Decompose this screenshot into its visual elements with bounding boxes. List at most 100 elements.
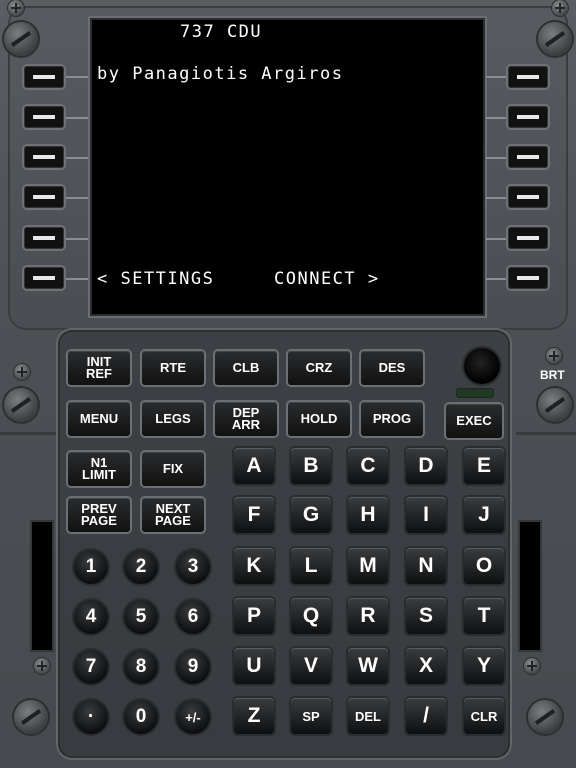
- key-decimal[interactable]: ·: [74, 700, 108, 734]
- key-l[interactable]: L: [291, 548, 331, 584]
- key-g[interactable]: G: [291, 497, 331, 533]
- lsk-4r[interactable]: [508, 186, 548, 208]
- init-ref-key[interactable]: INIT REF: [68, 351, 130, 385]
- exec-key[interactable]: EXEC: [446, 404, 502, 438]
- lsk-5r[interactable]: [508, 227, 548, 249]
- key-7[interactable]: 7: [74, 650, 108, 684]
- lsk-connector: [486, 197, 508, 199]
- lsk-1l[interactable]: [24, 66, 64, 88]
- key-i[interactable]: I: [406, 497, 446, 533]
- crz-key[interactable]: CRZ: [288, 351, 350, 385]
- lsk-6r[interactable]: [508, 267, 548, 289]
- screw-icon: [538, 22, 572, 56]
- key-c[interactable]: C: [348, 448, 388, 484]
- key-j[interactable]: J: [464, 497, 504, 533]
- key-p[interactable]: P: [234, 598, 274, 634]
- lsk-connector: [66, 76, 88, 78]
- key-t[interactable]: T: [464, 598, 504, 634]
- rte-key[interactable]: RTE: [142, 351, 204, 385]
- dep-arr-key[interactable]: DEP ARR: [215, 402, 277, 436]
- lsk-5l[interactable]: [24, 227, 64, 249]
- key-8[interactable]: 8: [124, 650, 158, 684]
- key-o[interactable]: O: [464, 548, 504, 584]
- key-plus-minus[interactable]: +/-: [176, 700, 210, 734]
- key-r[interactable]: R: [348, 598, 388, 634]
- prev-page-key[interactable]: PREV PAGE: [68, 498, 130, 532]
- screw-icon: [14, 700, 48, 734]
- key-1[interactable]: 1: [74, 550, 108, 584]
- key-w[interactable]: W: [348, 648, 388, 684]
- key-s[interactable]: S: [406, 598, 446, 634]
- key-0[interactable]: 0: [124, 700, 158, 734]
- key-5[interactable]: 5: [124, 600, 158, 634]
- lsk-3r[interactable]: [508, 146, 548, 168]
- key-v[interactable]: V: [291, 648, 331, 684]
- key-m[interactable]: M: [348, 548, 388, 584]
- n1-limit-key[interactable]: N1 LIMIT: [68, 452, 130, 486]
- lsk-1r[interactable]: [508, 66, 548, 88]
- key-del[interactable]: DEL: [348, 698, 388, 734]
- key-4[interactable]: 4: [74, 600, 108, 634]
- key-3[interactable]: 3: [176, 550, 210, 584]
- clb-key[interactable]: CLB: [215, 351, 277, 385]
- screen-line-1: by Panagiotis Argiros: [97, 64, 344, 84]
- connect-prompt[interactable]: CONNECT >: [274, 269, 380, 289]
- key-e[interactable]: E: [464, 448, 504, 484]
- screw-icon: [4, 22, 38, 56]
- lsk-4l[interactable]: [24, 186, 64, 208]
- key-f[interactable]: F: [234, 497, 274, 533]
- screw-icon: [528, 700, 562, 734]
- brightness-knob[interactable]: [464, 348, 500, 384]
- key-u[interactable]: U: [234, 648, 274, 684]
- next-page-key[interactable]: NEXT PAGE: [142, 498, 204, 532]
- side-light-slot: [32, 522, 52, 650]
- lsk-connector: [486, 76, 508, 78]
- screw-icon: [552, 0, 568, 16]
- lsk-2r[interactable]: [508, 106, 548, 128]
- screw-icon: [8, 0, 24, 16]
- lsk-3l[interactable]: [24, 146, 64, 168]
- key-d[interactable]: D: [406, 448, 446, 484]
- key-k[interactable]: K: [234, 548, 274, 584]
- key-9[interactable]: 9: [176, 650, 210, 684]
- lsk-connector: [66, 117, 88, 119]
- screw-icon: [34, 658, 50, 674]
- lsk-connector: [486, 157, 508, 159]
- lsk-connector: [486, 278, 508, 280]
- key-z[interactable]: Z: [234, 698, 274, 734]
- menu-key[interactable]: MENU: [68, 402, 130, 436]
- hold-key[interactable]: HOLD: [288, 402, 350, 436]
- legs-key[interactable]: LEGS: [142, 402, 204, 436]
- key-2[interactable]: 2: [124, 550, 158, 584]
- lsk-connector: [66, 197, 88, 199]
- lsk-6l[interactable]: [24, 267, 64, 289]
- side-light-slot: [520, 522, 540, 650]
- key-b[interactable]: B: [291, 448, 331, 484]
- screw-icon: [14, 364, 30, 380]
- screw-icon: [538, 388, 572, 422]
- key-q[interactable]: Q: [291, 598, 331, 634]
- groove: [516, 432, 576, 435]
- lsk-connector: [486, 238, 508, 240]
- key-x[interactable]: X: [406, 648, 446, 684]
- prog-key[interactable]: PROG: [361, 402, 423, 436]
- key-6[interactable]: 6: [176, 600, 210, 634]
- settings-prompt[interactable]: < SETTINGS: [97, 269, 214, 289]
- key-h[interactable]: H: [348, 497, 388, 533]
- key-y[interactable]: Y: [464, 648, 504, 684]
- key-a[interactable]: A: [234, 448, 274, 484]
- key-clr[interactable]: CLR: [464, 698, 504, 734]
- key-sp[interactable]: SP: [291, 698, 331, 734]
- key-n[interactable]: N: [406, 548, 446, 584]
- brt-label: BRT: [540, 368, 565, 382]
- exec-indicator-light: [457, 389, 493, 397]
- key-slash[interactable]: /: [406, 698, 446, 734]
- lsk-connector: [66, 278, 88, 280]
- cdu-screen: 737 CDU by Panagiotis Argiros < SETTINGS…: [92, 20, 483, 314]
- screw-icon: [524, 658, 540, 674]
- fix-key[interactable]: FIX: [142, 452, 204, 486]
- groove: [0, 432, 60, 435]
- screw-icon: [4, 388, 38, 422]
- lsk-2l[interactable]: [24, 106, 64, 128]
- des-key[interactable]: DES: [361, 351, 423, 385]
